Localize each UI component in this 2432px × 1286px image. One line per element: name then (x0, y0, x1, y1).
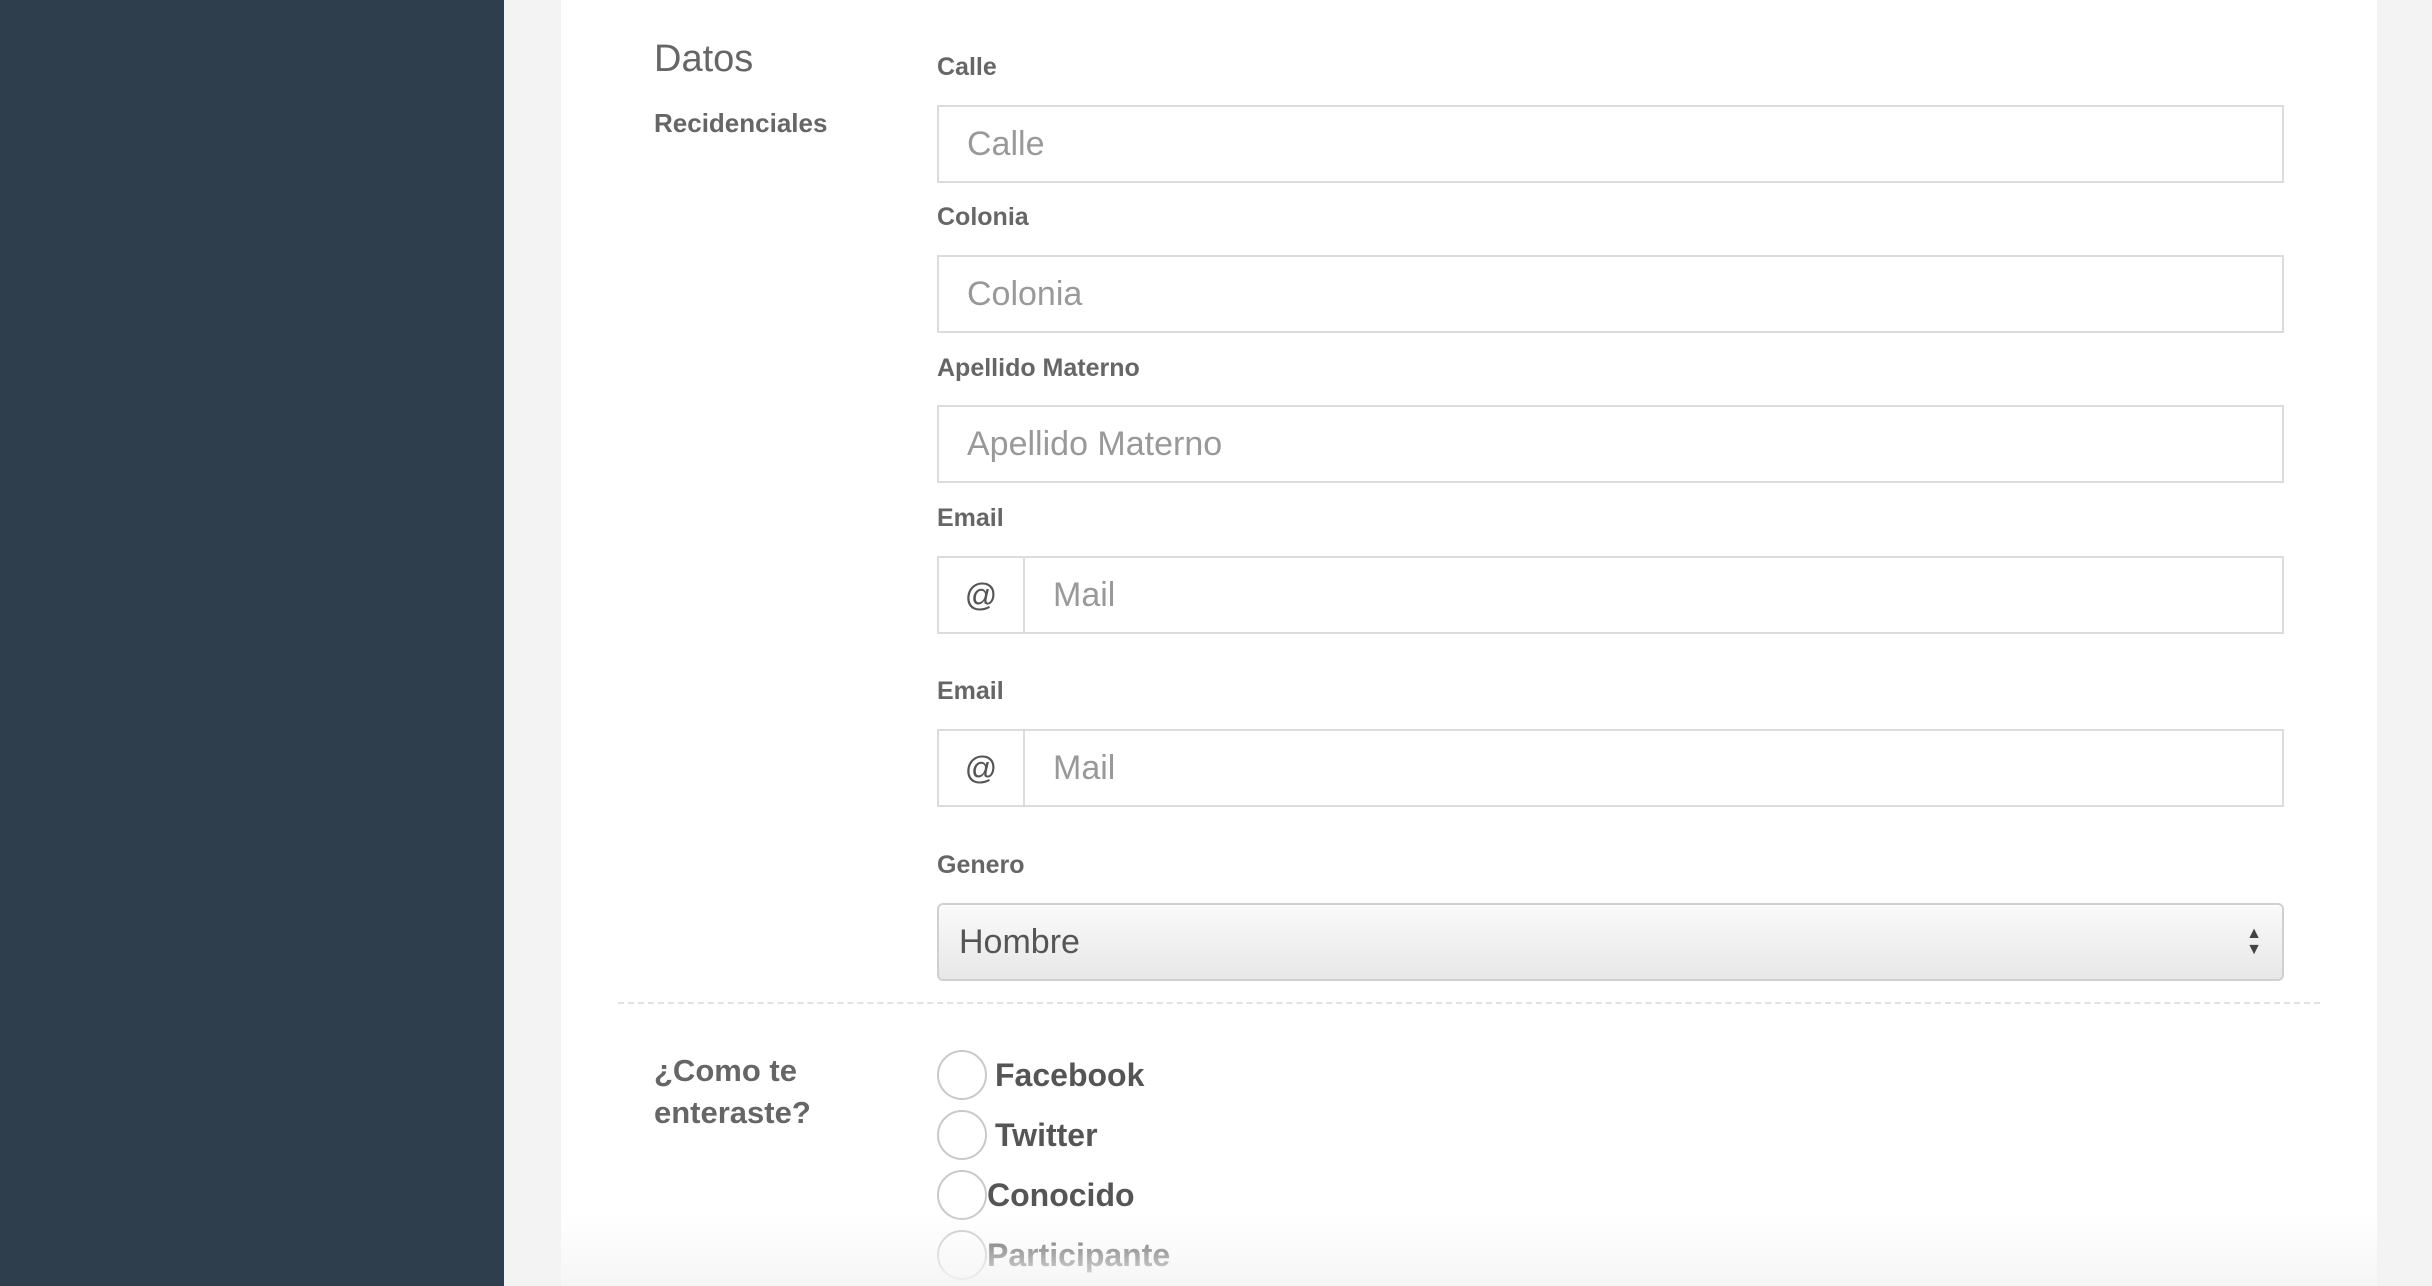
email-confirm-input-group: @ (937, 729, 2284, 807)
calle-label: Calle (937, 53, 997, 81)
radio-circle-icon[interactable] (937, 1170, 987, 1220)
radio-label: Twitter (995, 1116, 1098, 1153)
sidebar (0, 0, 504, 1286)
bottom-fade (561, 1212, 2377, 1286)
radio-label: Conocido (987, 1176, 1135, 1213)
colonia-label: Colonia (937, 203, 1029, 231)
email-confirm-input[interactable] (1025, 731, 2282, 805)
email-input-group: @ (937, 556, 2284, 634)
radio-option-facebook[interactable]: Facebook (937, 1049, 1144, 1101)
email-confirm-label: Email (937, 677, 1004, 705)
colonia-input[interactable] (937, 255, 2284, 333)
genero-select[interactable]: Hombre ▲ ▼ (937, 903, 2284, 981)
section-title: Datos (654, 38, 754, 80)
apellido-materno-input[interactable] (937, 405, 2284, 483)
form-card: Datos Recidenciales Calle Colonia Apelli… (561, 0, 2377, 1286)
radio-circle-icon[interactable] (937, 1110, 987, 1160)
calle-input[interactable] (937, 105, 2284, 183)
section-subtitle: Recidenciales (654, 108, 828, 138)
radio-label: Participante (987, 1236, 1171, 1273)
radio-label: Facebook (995, 1056, 1145, 1093)
at-sign-addon: @ (939, 731, 1025, 805)
apellido-materno-label: Apellido Materno (937, 354, 1140, 382)
genero-selected-value: Hombre (959, 922, 1080, 961)
radio-option-twitter[interactable]: Twitter (937, 1109, 1098, 1161)
radio-circle-icon[interactable] (937, 1050, 987, 1100)
radio-option-conocido[interactable]: Conocido (937, 1169, 1135, 1221)
email-label: Email (937, 504, 1004, 532)
at-sign-addon: @ (939, 558, 1025, 632)
email-input[interactable] (1025, 558, 2282, 632)
radio-option-participante[interactable]: Participante (937, 1229, 1170, 1281)
genero-label: Genero (937, 851, 1025, 879)
how-found-question: ¿Como te enteraste? (654, 1053, 811, 1130)
section-divider (618, 1002, 2320, 1004)
radio-circle-icon[interactable] (937, 1230, 987, 1280)
select-arrows-icon: ▲ ▼ (2246, 925, 2262, 958)
